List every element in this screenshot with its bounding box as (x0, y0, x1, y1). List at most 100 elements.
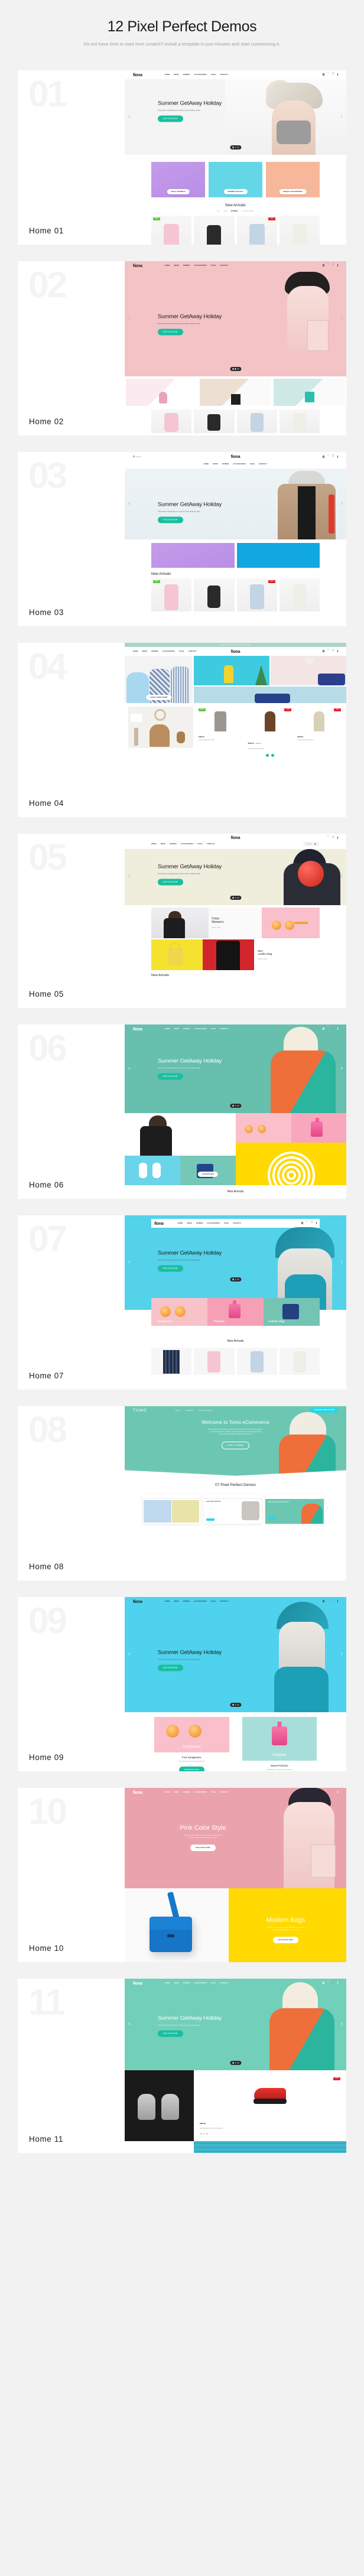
nav-item-women[interactable]: WOMEN (170, 843, 176, 845)
nav-item-page[interactable]: PAGE (197, 843, 202, 845)
cart-icon[interactable] (332, 1599, 335, 1602)
banner-tiles[interactable]: CRAZY WOMEN'S SUMMER HOLIDAY UNIQUE ACCE… (125, 155, 346, 197)
nav-item-accessories[interactable]: ACCESSORIES (194, 265, 207, 266)
wishlist-icon[interactable] (327, 263, 330, 266)
wishlist-icon[interactable] (327, 835, 330, 839)
demo-card-06[interactable]: 06 Home 06 fiona HOME MENS WOMEN ACCESSO… (18, 1024, 346, 1199)
search-input[interactable]: Search... (303, 841, 320, 846)
product-card[interactable]: -50% $180.00 $190.00 ♡ Granite Varicolore … (246, 706, 294, 750)
nav-item-documentation[interactable]: Documentation (199, 1409, 213, 1411)
hero-slider[interactable]: fiona HOME MENS WOMEN ACCESSORIES PAGE C… (125, 1596, 346, 1712)
carousel-arrows[interactable]: ‹› (314, 573, 320, 576)
banner-tile[interactable] (194, 686, 346, 703)
nav-item-contact[interactable]: CONTACT (188, 650, 197, 652)
nav-item-accessories[interactable]: ACCESSORIES (233, 463, 246, 465)
brand-logo[interactable]: fiona (231, 649, 240, 654)
slider-dots[interactable] (229, 1277, 242, 1282)
search-icon[interactable] (322, 1027, 325, 1030)
nav-item-mens[interactable]: MENS (174, 1982, 179, 1984)
demo-thumbnail[interactable] (142, 1494, 201, 1524)
filter-men[interactable]: MEN (224, 210, 228, 212)
hero-slider[interactable]: fiona HOME MENS WOMEN ACCESSORIES PAGE C… (125, 261, 346, 376)
mini-nav[interactable]: fiona HOME MENS WOMEN ACCESSORIES PAGE C… (125, 70, 346, 79)
promo-cta[interactable]: SHOP NOW (212, 927, 224, 929)
slider-prev-arrow[interactable]: ‹ (128, 2021, 131, 2028)
nav-item-accessories[interactable]: ACCESSORIES (194, 1791, 207, 1793)
slider-next-arrow[interactable]: › (340, 500, 343, 507)
banner-tiles[interactable] (125, 376, 346, 406)
nav-item-page[interactable]: PAGE (179, 650, 184, 652)
promo-tiles[interactable]: Sunglasses Parfume Leather Bag (151, 1297, 320, 1326)
product-card[interactable] (194, 1347, 235, 1375)
brand-logo[interactable]: fiona (154, 1221, 164, 1226)
demo-screenshot[interactable]: Search... fiona HOME MENS WOMEN ACCESSOR… (125, 451, 346, 626)
nav-item-women[interactable]: WOMEN (183, 1791, 190, 1793)
nav-item-accessories[interactable]: ACCESSORIES (162, 650, 176, 652)
carousel-dots[interactable] (197, 750, 343, 761)
banner-tile[interactable] (200, 378, 271, 406)
promo-crazy-women[interactable] (125, 1113, 236, 1156)
search-input[interactable]: Search... (133, 456, 142, 458)
cart-icon[interactable] (332, 1026, 335, 1030)
nav-links[interactable]: HOME MENS WOMEN ACCESSORIES PAGE CONTACT (165, 1791, 229, 1793)
nav-links[interactable]: HOME MENS WOMEN ACCESSORIES PAGE CONTACT (165, 1982, 229, 1984)
hero-cta-button[interactable]: DISCOVER NOW (158, 1265, 183, 1272)
nav-item-accessories[interactable]: ACCESSORIES (194, 1982, 207, 1984)
nav-icons[interactable] (337, 1791, 338, 1794)
nav-item-mens[interactable]: MENS (174, 74, 179, 76)
menu-icon[interactable] (316, 1222, 317, 1225)
nav-item-contact[interactable]: CONTACT (220, 1028, 228, 1030)
product-grid[interactable]: $180.00♡ Granite Varicolore Lamp $180.00… (125, 406, 346, 435)
nav-item-contact[interactable]: CONTACT (207, 843, 215, 845)
mini-nav-top[interactable]: fiona (125, 834, 346, 842)
slider-dots[interactable] (229, 1104, 242, 1108)
slider-prev-arrow[interactable]: ‹ (128, 1065, 131, 1072)
hero-yellow[interactable]: Modern Bags The best crazy fashion style… (125, 1888, 346, 1962)
nav-item-contact[interactable]: CONTACT (220, 1982, 228, 1984)
nav-item-mens[interactable]: MENS (174, 1791, 179, 1793)
product-card[interactable]: -50% (236, 578, 277, 612)
promo-sunglasses[interactable] (261, 907, 320, 938)
nav-item-home[interactable]: HOME (133, 650, 138, 652)
product-card[interactable]: -50% $180.00♡ (236, 215, 277, 245)
product-grid[interactable]: NEW $180.00 ♡ Granite Varicolore Lamp -50… (197, 706, 343, 750)
banner-tile[interactable] (236, 542, 320, 568)
landing-cta-button[interactable]: VIEW ALL DEMOS (221, 1441, 250, 1449)
nav-item-home[interactable]: HOME (204, 463, 209, 465)
nav-item-page[interactable]: PAGE (211, 265, 216, 266)
promo-cta-button[interactable]: SHOPPING NOW (178, 1766, 204, 1771)
slider-next-arrow[interactable]: › (340, 1065, 343, 1072)
wishlist-icon[interactable] (327, 454, 330, 458)
hero-slider[interactable]: Summer GetAway Holiday Fiona has everyth… (125, 468, 346, 539)
nav-links[interactable]: HOME MENS WOMEN ACCESSORIES PAGE CONTACT (125, 461, 346, 469)
slider-dots[interactable] (229, 1703, 242, 1707)
nav-item-accessories[interactable]: ACCESSORIES (194, 74, 207, 76)
cart-icon[interactable] (332, 1980, 335, 1984)
nav-item-home[interactable]: HOME (165, 265, 170, 266)
product-card[interactable]: $180.00$190.00♡ (194, 215, 235, 245)
swatch-blue[interactable] (200, 2132, 202, 2135)
nav-item-mens[interactable]: MENS (187, 1222, 192, 1224)
nav-links[interactable]: HOME MENS WOMEN ACCESSORIES PAGE CONTACT (165, 74, 229, 76)
hero-mosaic[interactable]: CHAIR LIVING ROOM (125, 655, 346, 703)
nav-item-women[interactable]: WOMEN (222, 463, 229, 465)
promo-cta-button[interactable]: DISCOVER NOW (190, 1844, 216, 1851)
wishlist-icon[interactable] (327, 1026, 330, 1030)
hero-slider[interactable]: fiona HOME MENS WOMEN ACCESSORIES PAGE C… (125, 1978, 346, 2070)
mini-nav[interactable]: fiona HOME MENS WOMEN ACCESSORIES PAGE C… (125, 1024, 346, 1033)
banner-tile-chair[interactable]: CHAIR LIVING ROOM (125, 655, 193, 703)
nav-item-contact[interactable]: CONTACT (220, 265, 228, 266)
banner-tile-bag[interactable]: LEATHER BAG (180, 1155, 236, 1185)
search-icon[interactable] (322, 1600, 325, 1603)
search-icon[interactable] (322, 73, 325, 76)
hero-cta-button[interactable]: DISCOVER NOW (158, 516, 183, 523)
product-card[interactable] (236, 1347, 277, 1375)
hero-cta-button[interactable]: DISCOVER NOW (158, 1664, 183, 1671)
nav-links[interactable]: HOME MENS WOMEN ACCESSORIES PAGE CONTACT (151, 843, 215, 845)
nav-item-page[interactable]: PAGE (211, 1791, 216, 1793)
nav-links-landing[interactable]: Demo Features Documentation (176, 1409, 213, 1411)
menu-icon[interactable] (337, 1027, 338, 1030)
nav-icons[interactable] (301, 1221, 317, 1225)
product-card[interactable]: NEW $180.00 ♡ Granite Varicolore Lamp (197, 706, 244, 750)
mini-nav[interactable]: fiona HOME MENS WOMEN ACCESSORIES PAGE C… (125, 1979, 346, 1988)
